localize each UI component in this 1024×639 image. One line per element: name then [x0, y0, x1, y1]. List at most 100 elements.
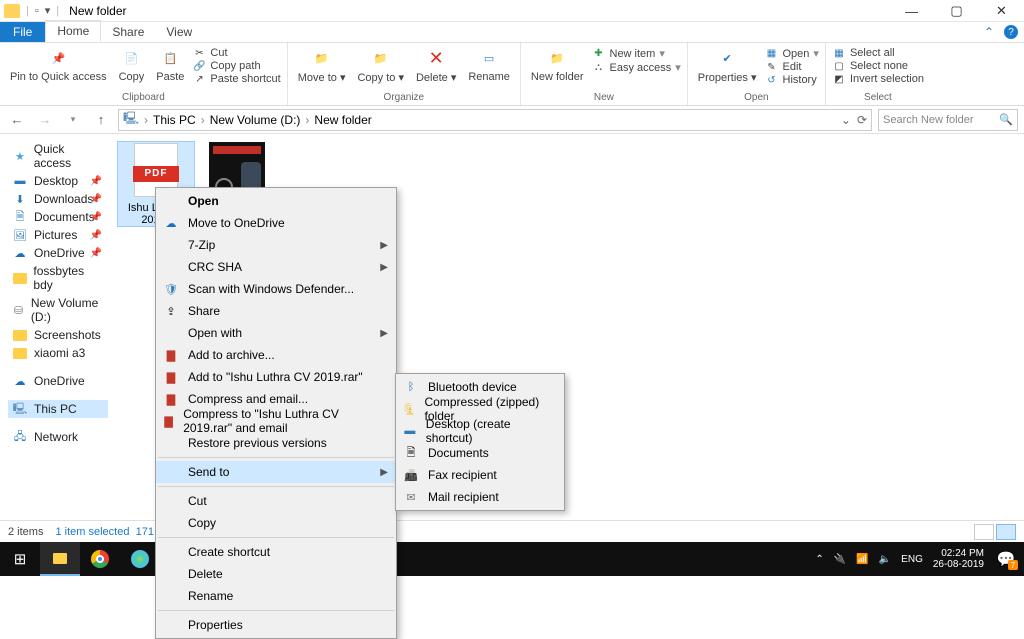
tray-power-icon[interactable]: 🔌 — [834, 554, 846, 565]
tray-clock[interactable]: 02:24 PM 26-08-2019 — [933, 548, 984, 570]
sidebar-item-fossbytes[interactable]: fossbytes bdy — [8, 262, 108, 294]
tray-wifi-icon[interactable]: 📶 — [856, 554, 868, 565]
clipboard-group-label: Clipboard — [6, 92, 281, 103]
ctx-copy[interactable]: Copy — [156, 512, 396, 534]
sidebar-item-onedrive[interactable]: ☁OneDrive📌 — [8, 244, 108, 262]
sendto-documents[interactable]: 🗎Documents — [396, 442, 564, 464]
new-group-label: New — [527, 92, 681, 103]
sendto-desktop[interactable]: ▬Desktop (create shortcut) — [396, 420, 564, 442]
ctx-open[interactable]: Open — [156, 190, 396, 212]
sidebar-item-newvolume[interactable]: ⛁New Volume (D:) — [8, 294, 108, 326]
sidebar-item-documents[interactable]: 🗎Documents📌 — [8, 208, 108, 226]
quick-access-toolbar: | ▫ ▾ | — [26, 4, 59, 17]
view-icons-button[interactable] — [996, 524, 1016, 540]
up-button[interactable]: ↑ — [90, 112, 112, 127]
ribbon-collapse-icon[interactable]: ⌃ — [984, 25, 994, 39]
ctx-openwith[interactable]: Open with▶ — [156, 322, 396, 344]
ctx-7zip[interactable]: 7-Zip▶ — [156, 234, 396, 256]
copy-button[interactable]: 📄Copy — [115, 45, 149, 85]
copypath-button[interactable]: 🔗Copy path — [192, 60, 280, 72]
sidebar-item-downloads[interactable]: ⬇Downloads📌 — [8, 190, 108, 208]
forward-button[interactable]: → — [34, 112, 56, 127]
properties-button[interactable]: ✔Properties ▾ — [694, 45, 761, 86]
ctx-compressto[interactable]: ▇Compress to "Ishu Luthra CV 2019.rar" a… — [156, 410, 396, 432]
ribbon-tabs: File Home Share View ⌃ ? — [0, 22, 1024, 43]
taskbar-chrome[interactable] — [80, 542, 120, 576]
ctx-properties[interactable]: Properties — [156, 614, 396, 636]
ctx-createshortcut[interactable]: Create shortcut — [156, 541, 396, 563]
crumb-volume[interactable]: New Volume (D:) — [210, 113, 301, 127]
ctx-crcsha[interactable]: CRC SHA▶ — [156, 256, 396, 278]
ctx-addarchive[interactable]: ▇Add to archive... — [156, 344, 396, 366]
newfolder-button[interactable]: 📁New folder — [527, 45, 588, 85]
window-title: New folder — [69, 4, 126, 18]
search-icon: 🔍 — [999, 113, 1013, 126]
system-tray: ⌃ 🔌 📶 🔈 ENG 02:24 PM 26-08-2019 💬7 — [815, 547, 1024, 571]
history-button[interactable]: ↺History — [765, 74, 819, 86]
ctx-sendto[interactable]: Send to▶ — [156, 461, 396, 483]
moveto-button[interactable]: 📁Move to ▾ — [294, 45, 350, 86]
open-button[interactable]: ▦Open ▾ — [765, 47, 819, 60]
qat-properties-icon[interactable]: ▫ — [35, 5, 39, 17]
cut-button[interactable]: ✂Cut — [192, 47, 280, 59]
qat-newfolder-icon[interactable]: ▾ — [45, 4, 51, 17]
taskbar-app[interactable] — [120, 542, 160, 576]
sidebar-item-pictures[interactable]: 🖼Pictures📌 — [8, 226, 108, 244]
delete-button[interactable]: ✕Delete ▾ — [412, 45, 460, 86]
copyto-button[interactable]: 📁Copy to ▾ — [353, 45, 408, 86]
crumb-thispc[interactable]: This PC — [153, 113, 196, 127]
easyaccess-button[interactable]: ⛬Easy access ▾ — [592, 61, 681, 74]
recent-button[interactable]: ▾ — [62, 114, 84, 125]
ctx-defender[interactable]: 🛡Scan with Windows Defender... — [156, 278, 396, 300]
view-details-button[interactable] — [974, 524, 994, 540]
pasteshortcut-button[interactable]: ↗Paste shortcut — [192, 73, 280, 85]
start-button[interactable]: ⊞ — [0, 542, 40, 576]
edit-button[interactable]: ✎Edit — [765, 61, 819, 73]
sidebar-item-xiaomi[interactable]: xiaomi a3 — [8, 344, 108, 362]
selectall-button[interactable]: ▦Select all — [832, 47, 924, 59]
tab-file[interactable]: File — [0, 22, 45, 42]
back-button[interactable]: ← — [6, 112, 28, 127]
ctx-addtorar[interactable]: ▇Add to "Ishu Luthra CV 2019.rar" — [156, 366, 396, 388]
tab-share[interactable]: Share — [101, 22, 155, 42]
sidebar-item-desktop[interactable]: ▬Desktop📌 — [8, 172, 108, 190]
search-input[interactable]: Search New folder 🔍 — [878, 109, 1018, 131]
selectnone-button[interactable]: ▢Select none — [832, 60, 924, 72]
crumb-folder[interactable]: New folder — [314, 113, 371, 127]
refresh-icon[interactable]: ⟳ — [857, 113, 867, 127]
tab-home[interactable]: Home — [45, 20, 101, 42]
onedrive-node[interactable]: ☁OneDrive — [8, 372, 108, 390]
open-group-label: Open — [694, 92, 819, 103]
tray-volume-icon[interactable]: 🔈 — [879, 554, 891, 565]
ctx-restore[interactable]: Restore previous versions — [156, 432, 396, 454]
sendto-submenu: ᛒBluetooth device 🗜Compressed (zipped) f… — [395, 373, 565, 511]
tab-view[interactable]: View — [155, 22, 203, 42]
notifications-button[interactable]: 💬7 — [994, 547, 1018, 571]
paste-button[interactable]: 📋Paste — [152, 45, 188, 85]
pin-quickaccess-button[interactable]: 📌Pin to Quick access — [6, 45, 111, 85]
ctx-share[interactable]: ⇪Share — [156, 300, 396, 322]
maximize-button[interactable]: ▢ — [934, 0, 979, 22]
rename-button[interactable]: ▭Rename — [464, 45, 514, 85]
tray-chevron-icon[interactable]: ⌃ — [815, 554, 823, 565]
invertselection-button[interactable]: ◩Invert selection — [832, 73, 924, 85]
close-button[interactable]: ✕ — [979, 0, 1024, 22]
pc-icon: 🖳 — [123, 109, 139, 130]
newitem-button[interactable]: ✚New item ▾ — [592, 47, 681, 60]
quickaccess-node[interactable]: ★Quick access — [8, 140, 108, 172]
sendto-mail[interactable]: ✉Mail recipient — [396, 486, 564, 508]
breadcrumb-dropdown-icon[interactable]: ⌄ — [841, 113, 851, 127]
breadcrumb[interactable]: 🖳 › This PC › New Volume (D:) › New fold… — [118, 109, 872, 131]
help-icon[interactable]: ? — [1004, 25, 1018, 39]
sendto-fax[interactable]: 📠Fax recipient — [396, 464, 564, 486]
ctx-delete[interactable]: Delete — [156, 563, 396, 585]
minimize-button[interactable]: — — [889, 0, 934, 22]
ctx-rename[interactable]: Rename — [156, 585, 396, 607]
network-node[interactable]: 🖧Network — [8, 428, 108, 446]
tray-lang[interactable]: ENG — [901, 554, 923, 565]
ctx-move-onedrive[interactable]: ☁Move to OneDrive — [156, 212, 396, 234]
thispc-node[interactable]: 🖳This PC — [8, 400, 108, 418]
taskbar-explorer[interactable] — [40, 542, 80, 576]
ctx-cut[interactable]: Cut — [156, 490, 396, 512]
sidebar-item-screenshots[interactable]: Screenshots — [8, 326, 108, 344]
